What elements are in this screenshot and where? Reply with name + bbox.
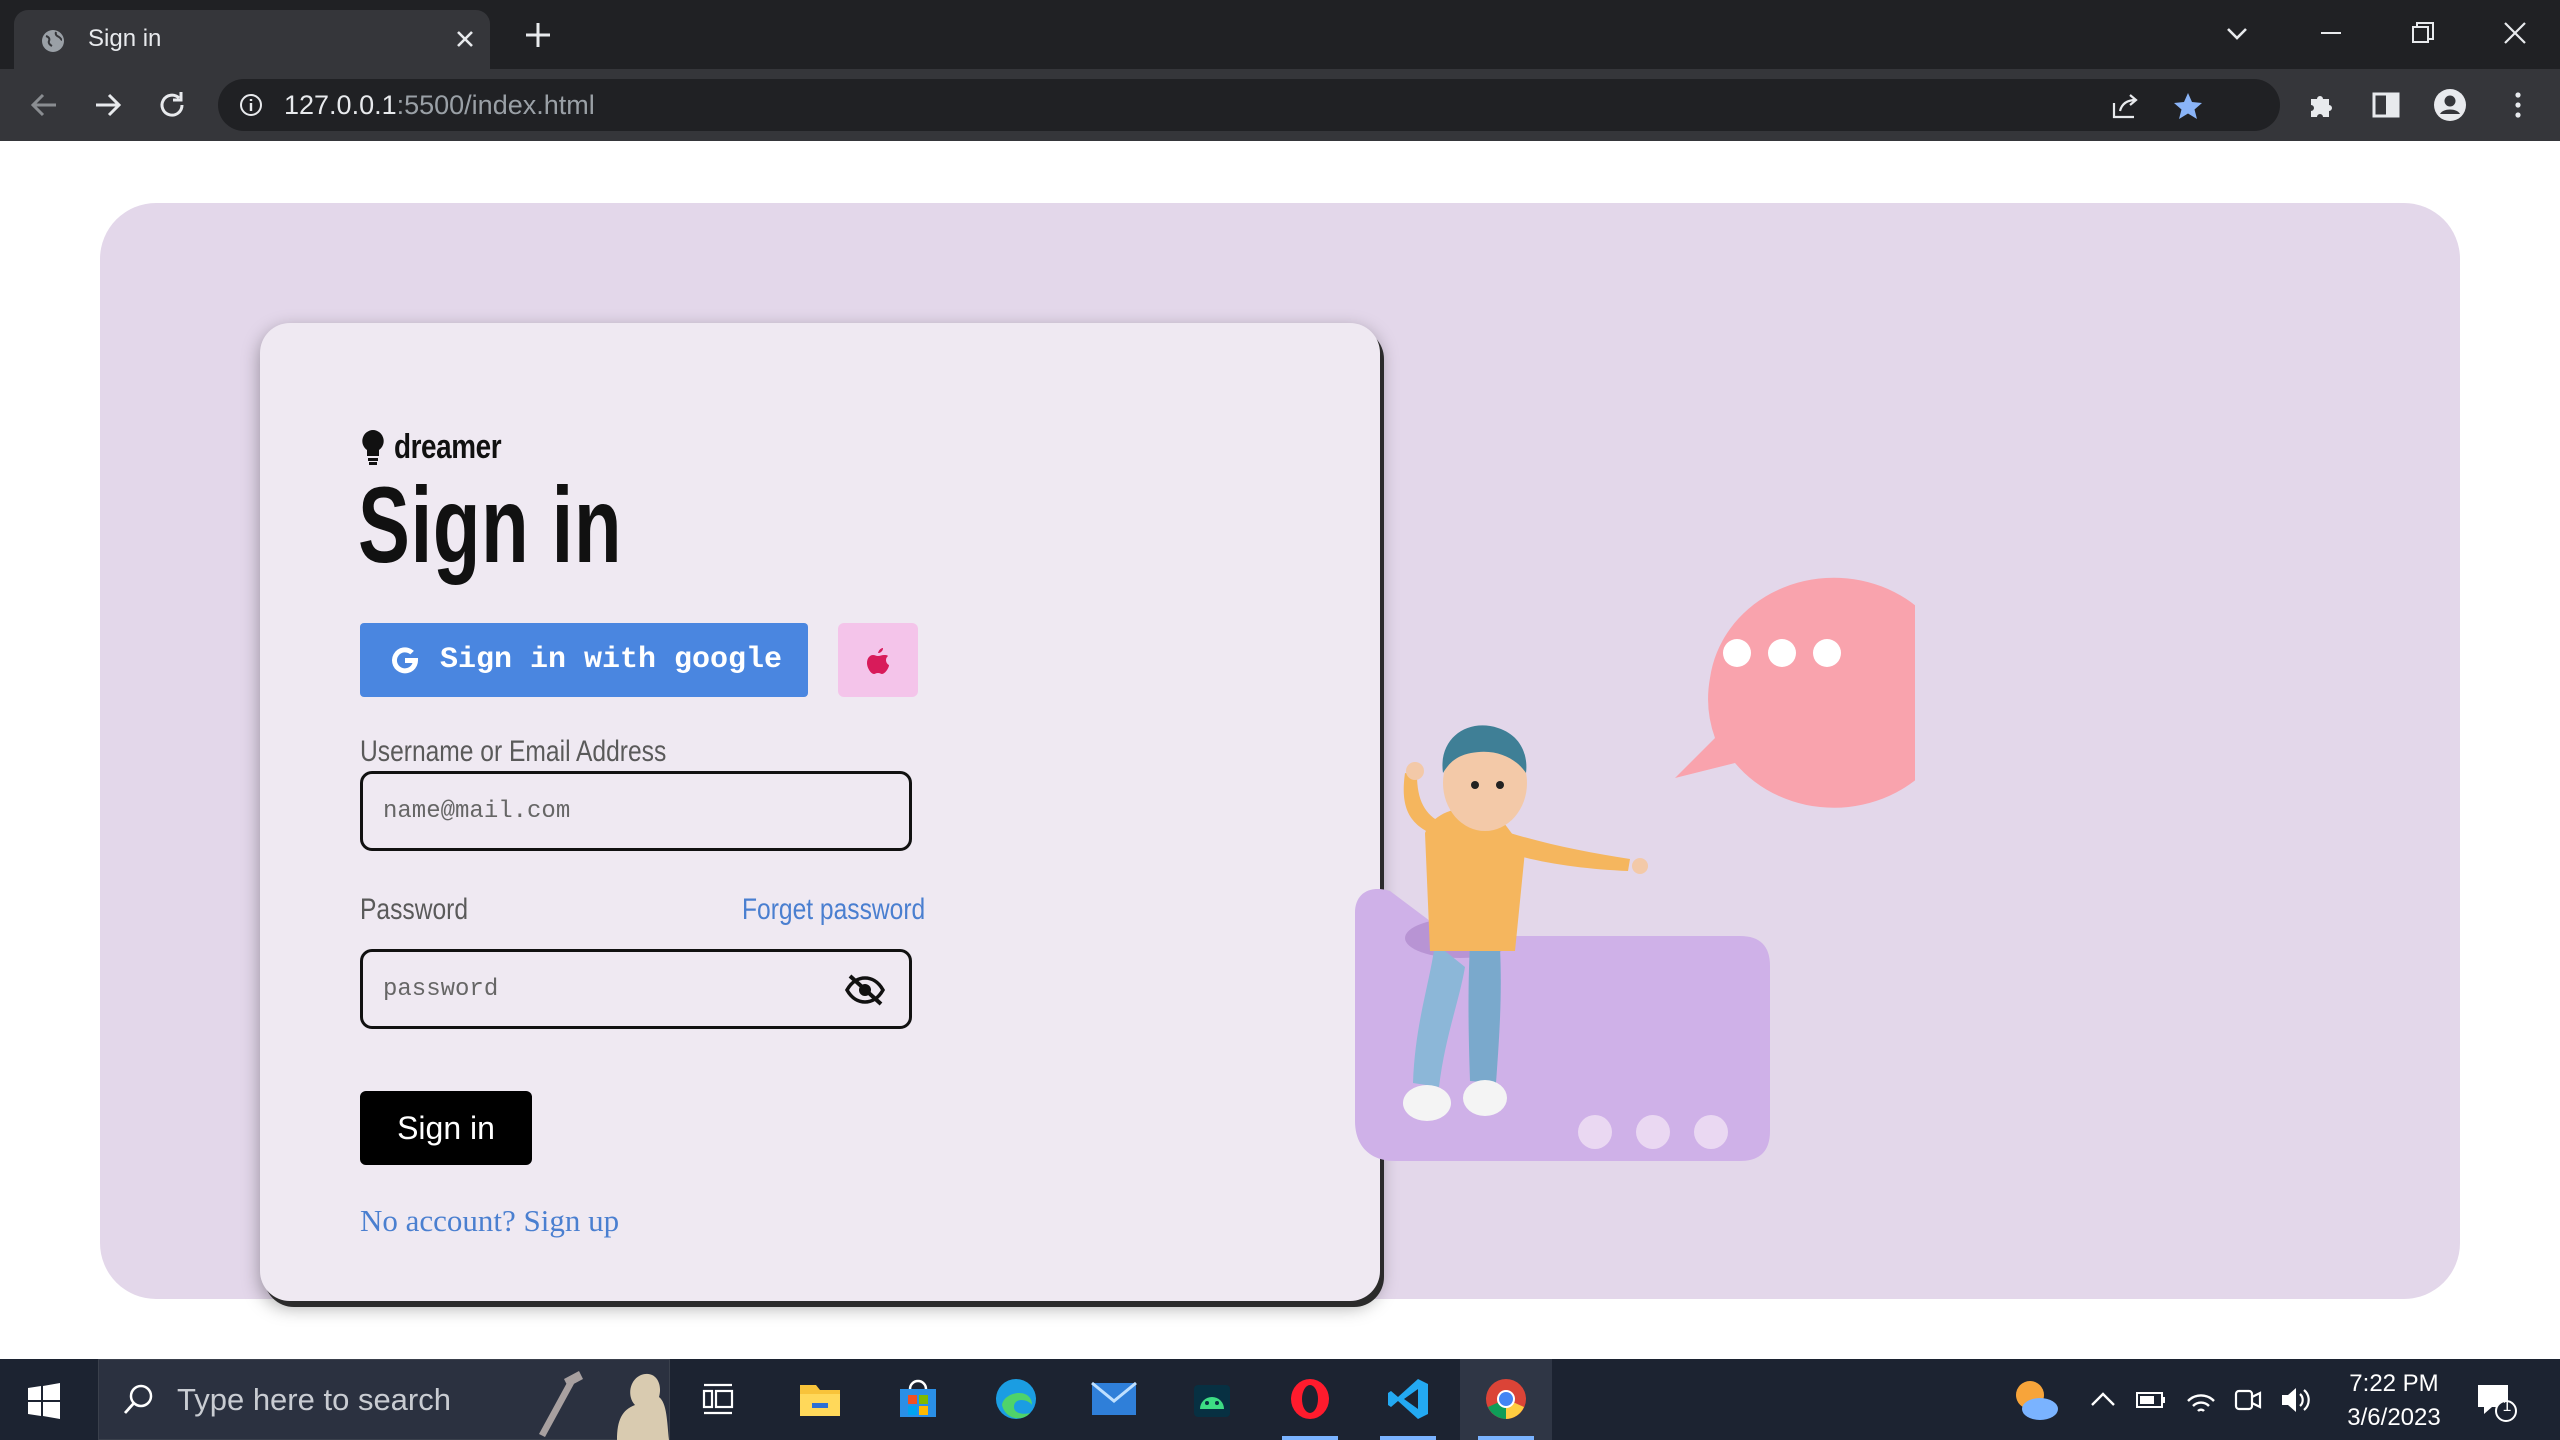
taskbar-vscode[interactable]: [1362, 1359, 1454, 1440]
restore-icon[interactable]: [2408, 18, 2438, 48]
store-icon: [900, 1379, 936, 1417]
brand-name: dreamer: [394, 427, 502, 466]
apple-icon: [867, 648, 889, 674]
side-panel-icon[interactable]: [2368, 87, 2404, 123]
weather-icon[interactable]: [2010, 1375, 2060, 1425]
apple-signin-button[interactable]: [838, 623, 918, 697]
site-info-icon[interactable]: [238, 92, 264, 118]
lightbulb-logo-icon: [362, 430, 384, 465]
folder-icon: [800, 1385, 840, 1416]
google-icon: [392, 647, 419, 674]
mail-icon: [1091, 1381, 1137, 1415]
google-signin-label: Sign in with google: [440, 643, 783, 677]
search-highlight-art-icon: [539, 1371, 669, 1440]
volume-icon[interactable]: [2278, 1383, 2312, 1417]
windows-start-icon[interactable]: [26, 1383, 62, 1419]
tray-chevron-up-icon[interactable]: [2086, 1383, 2120, 1417]
forward-arrow-icon[interactable]: [90, 87, 126, 123]
tab-search-chevron-icon[interactable]: [2222, 18, 2252, 48]
password-input[interactable]: [360, 949, 912, 1029]
address-bar[interactable]: 127.0.0.1:5500/index.html: [218, 79, 2280, 131]
edge-browser-icon: [996, 1379, 1036, 1419]
meet-now-icon[interactable]: [2230, 1383, 2264, 1417]
running-indicator: [1282, 1436, 1338, 1440]
taskbar-mail[interactable]: [1068, 1359, 1160, 1440]
window-close-icon[interactable]: [2500, 18, 2530, 48]
browser-tab-bar: Sign in: [0, 0, 2560, 69]
signup-link[interactable]: No account? Sign up: [360, 1203, 619, 1239]
battery-icon[interactable]: [2134, 1383, 2168, 1417]
taskbar-chrome[interactable]: [1460, 1359, 1552, 1440]
taskbar-search-box[interactable]: Type here to search: [98, 1359, 670, 1440]
page-title: Sign in: [358, 464, 623, 585]
signin-card: dreamer Sign in Sign in with google User…: [260, 323, 1380, 1301]
forgot-password-link[interactable]: Forget password: [742, 893, 925, 927]
taskbar-microsoft-store[interactable]: [872, 1359, 964, 1440]
web-page: dreamer Sign in Sign in with google User…: [0, 141, 2560, 1359]
taskbar-search-placeholder: Type here to search: [177, 1382, 451, 1417]
android-studio-icon: [1194, 1385, 1230, 1417]
notification-count: 1: [2502, 1398, 2512, 1415]
url-text[interactable]: 127.0.0.1:5500/index.html: [284, 90, 595, 121]
password-label: Password: [360, 893, 469, 926]
back-arrow-icon[interactable]: [26, 87, 62, 123]
chrome-icon: [1486, 1379, 1526, 1419]
tab-title: Sign in: [88, 25, 162, 52]
task-view-icon: [702, 1383, 734, 1415]
taskbar-edge[interactable]: [970, 1359, 1062, 1440]
browser-toolbar: 127.0.0.1:5500/index.html: [0, 69, 2560, 141]
search-icon: [123, 1384, 153, 1414]
brand: dreamer: [360, 427, 525, 467]
opera-icon: [1291, 1379, 1329, 1419]
menu-kebab-icon[interactable]: [2500, 87, 2536, 123]
character-chat-illustration: [1355, 577, 1915, 1161]
username-label: Username or Email Address: [360, 735, 667, 768]
vscode-icon: [1388, 1379, 1428, 1419]
running-indicator: [1478, 1436, 1534, 1440]
eye-slash-icon[interactable]: [844, 973, 886, 1007]
close-icon[interactable]: [452, 26, 478, 52]
windows-taskbar: Type here to search 7:22 PM 3/6/2023 1: [0, 1359, 2560, 1440]
taskbar-file-explorer[interactable]: [774, 1359, 866, 1440]
extensions-puzzle-icon[interactable]: [2304, 87, 2340, 123]
running-indicator: [1380, 1436, 1436, 1440]
system-clock[interactable]: 7:22 PM 3/6/2023: [2334, 1367, 2454, 1435]
task-view-button[interactable]: [672, 1359, 764, 1440]
taskbar-android-studio[interactable]: [1166, 1359, 1258, 1440]
bookmark-star-icon[interactable]: [2172, 90, 2204, 122]
clock-date: 3/6/2023: [2347, 1404, 2441, 1431]
minimize-icon[interactable]: [2316, 18, 2346, 48]
signin-panel: dreamer Sign in Sign in with google User…: [100, 203, 2460, 1301]
share-icon[interactable]: [2110, 91, 2140, 121]
profile-avatar-icon[interactable]: [2432, 87, 2468, 123]
taskbar-opera[interactable]: [1264, 1359, 1356, 1440]
wifi-icon[interactable]: [2184, 1383, 2218, 1417]
new-tab-icon[interactable]: [523, 20, 553, 50]
clock-time: 7:22 PM: [2349, 1370, 2439, 1397]
reload-icon[interactable]: [154, 87, 190, 123]
browser-tab[interactable]: Sign in: [14, 10, 490, 69]
username-input[interactable]: [360, 771, 912, 851]
globe-icon: [42, 30, 64, 52]
signin-submit-button[interactable]: Sign in: [360, 1091, 532, 1165]
google-signin-button[interactable]: Sign in with google: [360, 623, 808, 697]
